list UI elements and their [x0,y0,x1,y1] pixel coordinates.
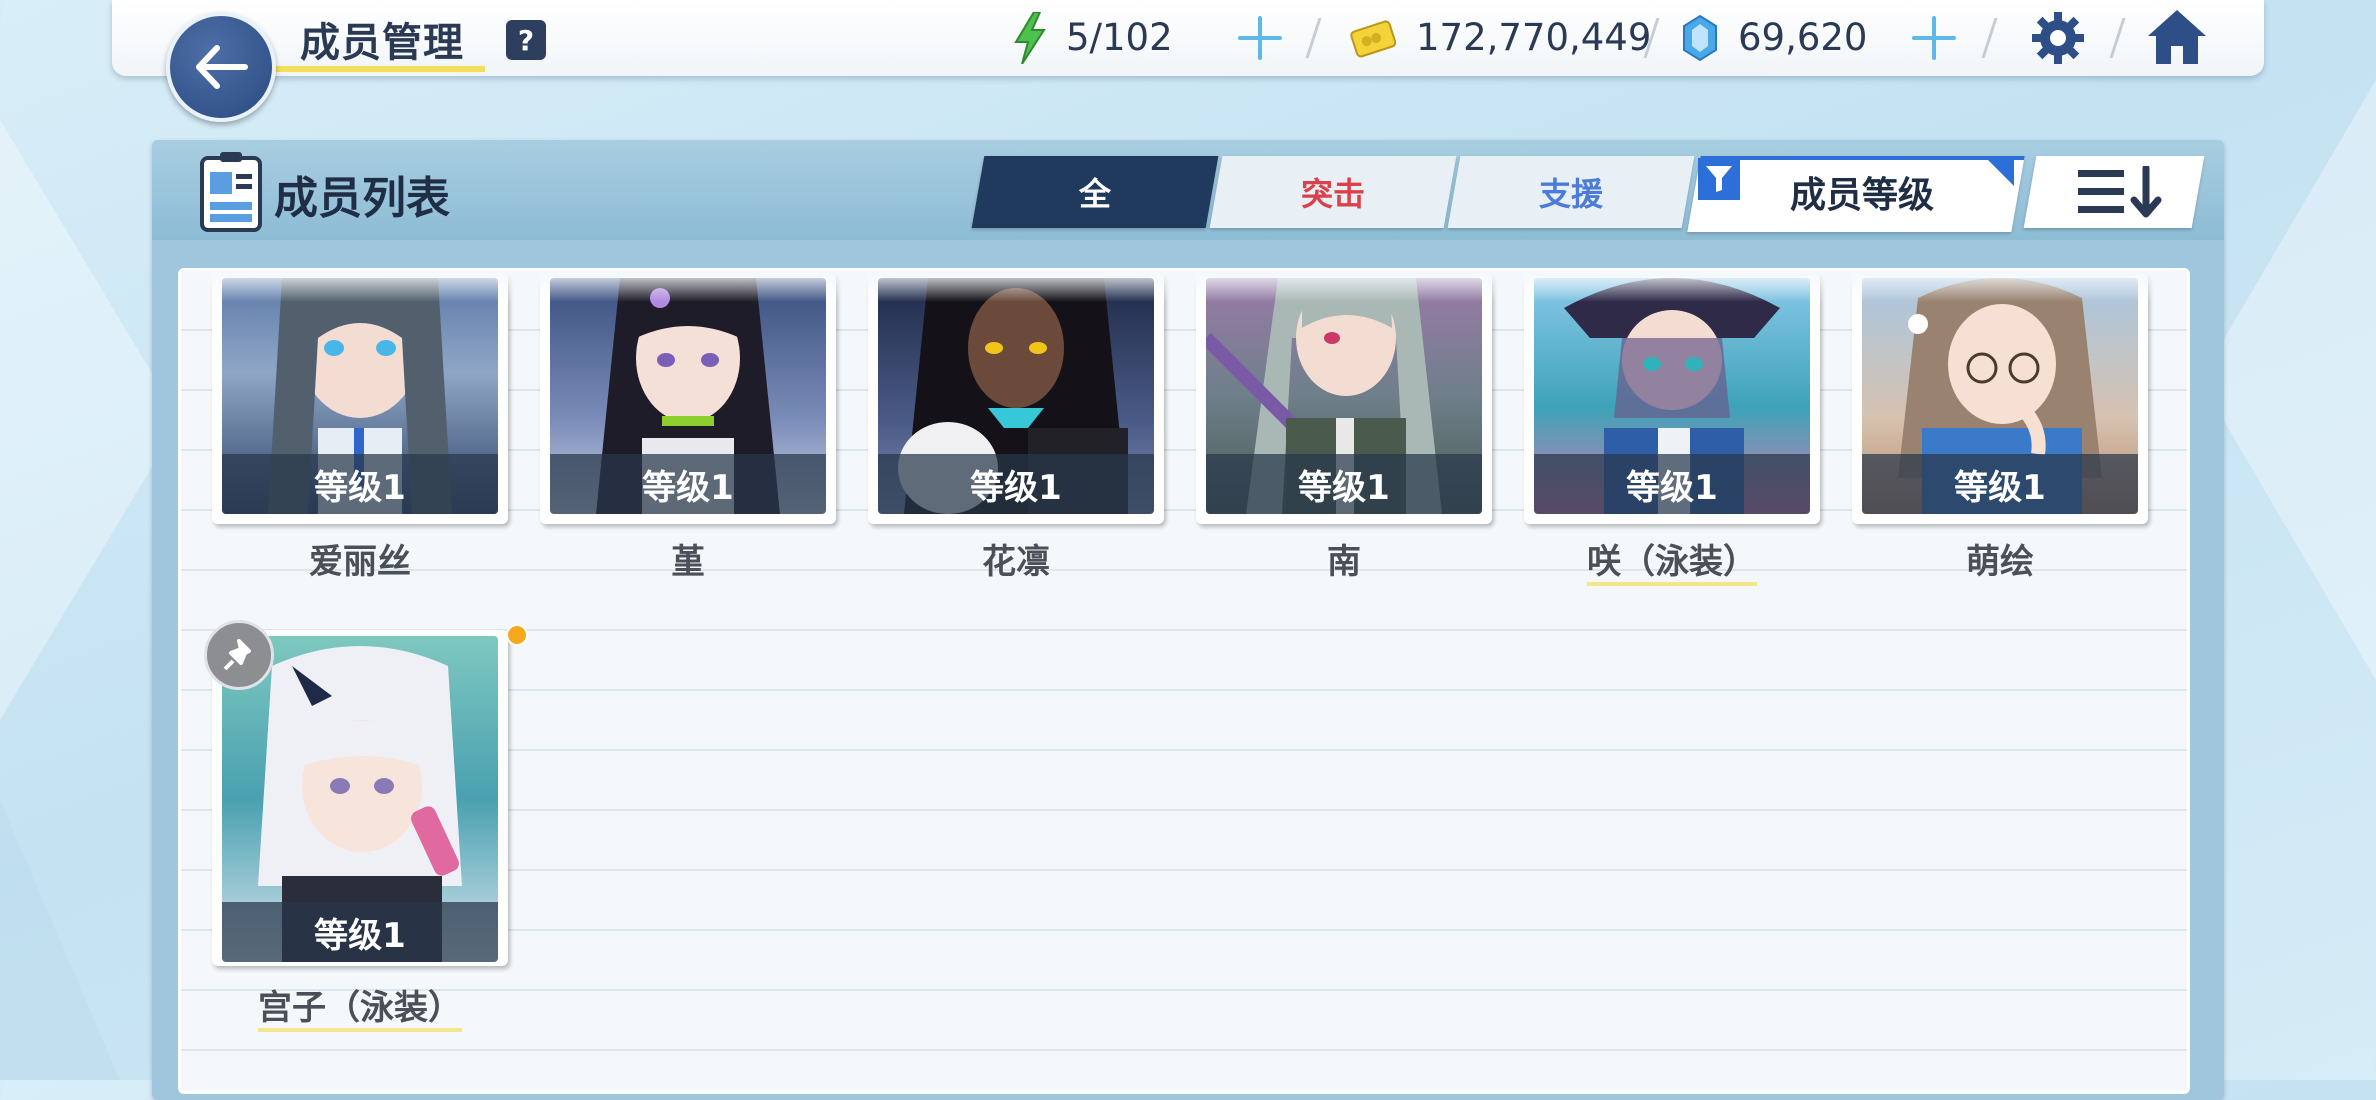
member-name: 南 [1327,542,1361,582]
tab-striker-label: 突击 [1300,175,1365,213]
member-portrait: 等级1 [550,278,826,514]
tab-special-label: 支援 [1538,175,1603,213]
gems-value: 69,620 [1738,16,1868,59]
credit-card-icon [1350,20,1396,58]
member-portrait: 等级1 [1534,278,1810,514]
member-card-icon [200,152,262,232]
level-badge: 等级1 [222,454,498,514]
member-name: 花凛 [982,542,1050,582]
member-card[interactable]: 等级1 [1852,272,2148,524]
filter-label: 成员等级 [1790,175,1935,216]
pin-button[interactable] [204,620,274,690]
member-portrait: 等级1 [878,278,1154,514]
level-badge: 等级1 [1206,454,1482,514]
filter-icon [1698,158,1740,200]
level-badge: 等级1 [222,902,498,962]
member-name-text: 咲（泳装） [1587,542,1757,586]
arrow-left-icon [196,45,248,89]
ap-value: 5/102 [1066,16,1173,59]
new-indicator-dot [506,624,528,646]
member-name: 萌绘 [1966,542,2034,582]
member-name-text: 宫子（泳装） [258,988,462,1032]
tab-bar: 全 突击 支援 [971,156,1695,228]
member-name: 咲（泳装） [1524,534,1820,586]
pin-icon [223,639,251,671]
member-card[interactable]: 等级1 [212,272,508,524]
corner-triangle-icon [1988,160,2014,186]
member-portrait: 等级1 [1206,278,1482,514]
member-card[interactable]: 等级1 [540,272,836,524]
add-ap-button[interactable] [1236,14,1284,62]
member-card[interactable]: 等级1 [1196,272,1492,524]
crystal-icon [1683,14,1717,62]
home-icon[interactable] [2146,8,2208,66]
member-card[interactable]: 等级1 [868,272,1164,524]
sort-descending-icon [2078,166,2162,218]
member-portrait: 等级1 [1862,278,2138,514]
member-card[interactable]: 等级1 [1524,272,1820,524]
tab-special[interactable]: 支援 [1447,156,1695,228]
level-badge: 等级1 [878,454,1154,514]
list-title: 成员列表 [274,173,450,224]
tab-striker[interactable]: 突击 [1209,156,1457,228]
credits-value: 172,770,449 [1416,16,1652,59]
member-name: 堇 [671,542,705,582]
gear-icon[interactable] [2030,10,2086,66]
back-button[interactable] [166,12,276,122]
member-portrait: 等级1 [222,278,498,514]
member-name: 爱丽丝 [309,542,411,582]
scroll-fade [181,270,2185,302]
member-name: 宫子（泳装） [212,980,508,1032]
level-badge: 等级1 [550,454,826,514]
page-title: 成员管理 [300,20,464,66]
lightning-icon [1014,12,1046,64]
level-badge: 等级1 [1862,454,2138,514]
member-portrait: 等级1 [222,636,498,962]
help-button[interactable]: ? [506,20,546,60]
level-badge: 等级1 [1534,454,1810,514]
tab-all-label: 全 [1078,175,1111,213]
add-gems-button[interactable] [1910,14,1958,62]
tab-all[interactable]: 全 [971,156,1219,228]
